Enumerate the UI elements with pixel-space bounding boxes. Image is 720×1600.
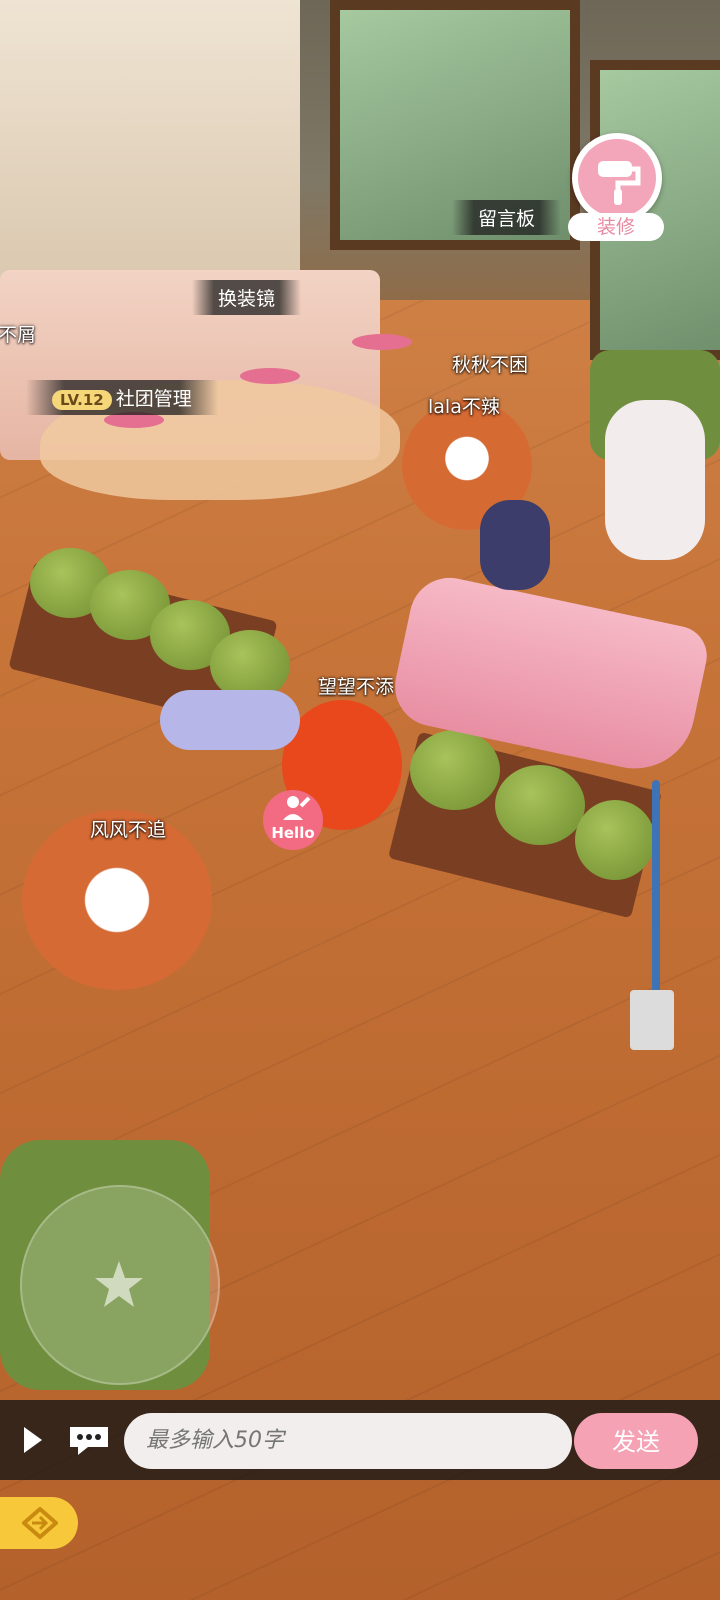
hello-label: Hello bbox=[271, 824, 315, 842]
street-lamp-base bbox=[630, 990, 674, 1050]
stool bbox=[352, 334, 412, 350]
club-manage-text: 社团管理 bbox=[115, 388, 192, 410]
decorate-label[interactable]: 装修 bbox=[568, 213, 664, 241]
bush bbox=[410, 730, 500, 810]
chat-input[interactable] bbox=[124, 1413, 572, 1469]
club-level-badge: LV.12 bbox=[52, 390, 112, 410]
player-name: 风风不追 bbox=[90, 819, 167, 841]
chat-bubble-icon[interactable] bbox=[66, 1423, 112, 1457]
message-board-label[interactable]: 留言板 bbox=[452, 200, 562, 235]
wave-person-icon bbox=[283, 796, 311, 820]
white-rabbit bbox=[605, 400, 705, 560]
mirror-label[interactable]: 换装镜 bbox=[192, 280, 302, 315]
bush bbox=[495, 765, 585, 845]
player-name: 秋秋不困 bbox=[452, 354, 529, 376]
movement-joystick[interactable] bbox=[20, 1185, 220, 1385]
left-wall bbox=[0, 0, 300, 300]
stool bbox=[240, 368, 300, 384]
player-name: lala不辣 bbox=[428, 396, 500, 418]
club-manage-label[interactable]: LV.12 社团管理 bbox=[26, 380, 218, 415]
side-menu-tab[interactable] bbox=[0, 1497, 78, 1549]
paint-roller-icon bbox=[598, 161, 641, 205]
bush bbox=[575, 800, 655, 880]
player-name: 望望不添 bbox=[318, 676, 395, 698]
diamond-arrow-icon bbox=[22, 1507, 58, 1539]
expand-icon[interactable] bbox=[18, 1425, 48, 1455]
star-icon bbox=[95, 1261, 143, 1307]
hello-emote-button[interactable]: Hello bbox=[263, 790, 323, 850]
decorate-button[interactable] bbox=[572, 133, 662, 223]
offscreen-player-name: 不屑 bbox=[0, 324, 37, 346]
dark-cat-pet bbox=[480, 500, 550, 590]
cat-pet bbox=[160, 690, 300, 750]
send-button[interactable]: 发送 bbox=[574, 1413, 698, 1469]
